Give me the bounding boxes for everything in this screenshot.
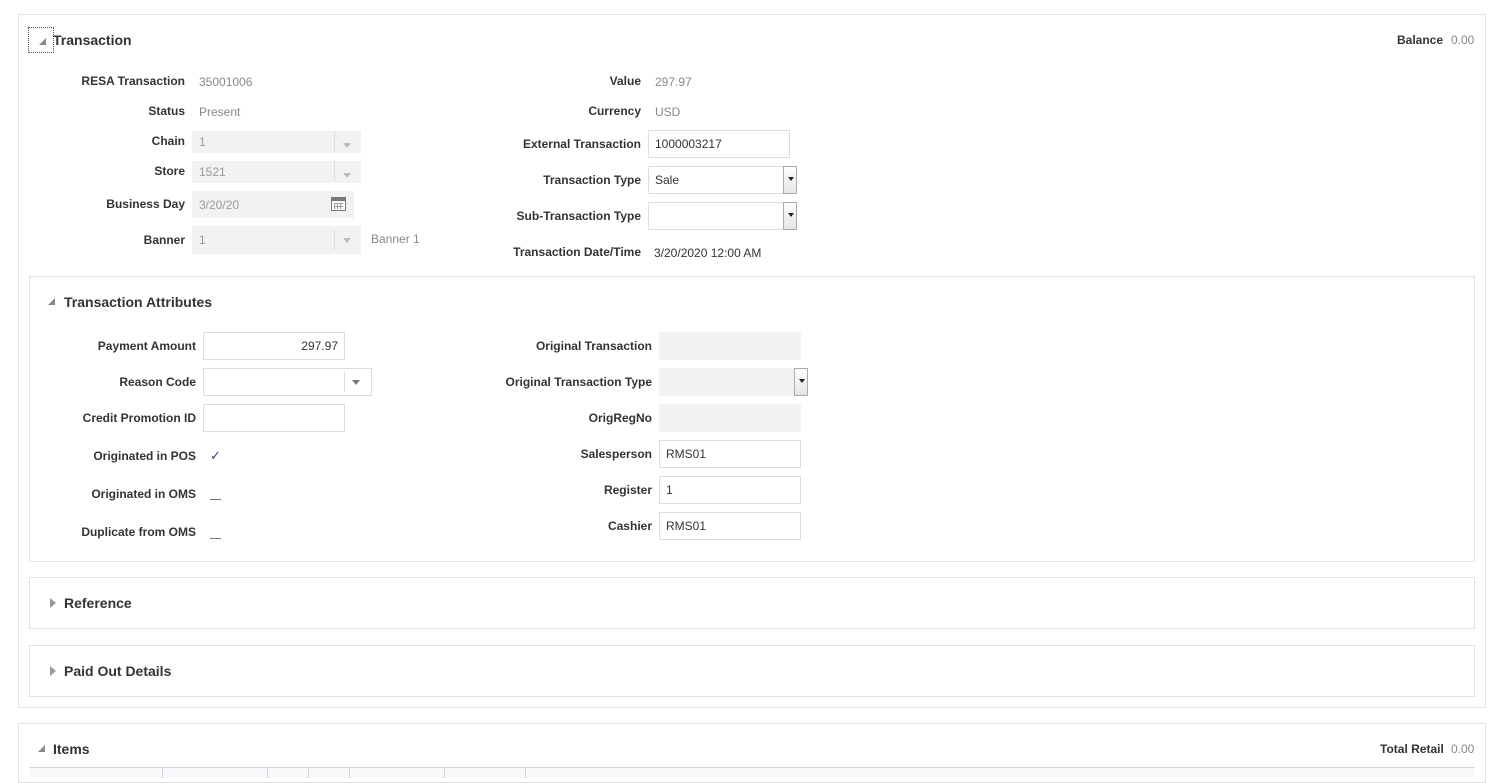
transaction-type-dropdown-button[interactable] [783,166,797,194]
payment-amount-label: Payment Amount [97,339,196,353]
chain-select[interactable]: 1 [192,131,361,153]
register-value: 1 [666,483,673,497]
triangle-right-icon[interactable] [50,666,56,676]
cashier-value: RMS01 [666,519,707,533]
duplicate-from-oms-label: Duplicate from OMS [81,525,196,539]
value-value: 297.97 [655,75,692,89]
balance-value: 0.00 [1451,33,1475,47]
banner-label: Banner [143,233,185,247]
duplicate-from-oms-checkbox[interactable] [210,538,221,539]
sub-transaction-type-label: Sub-Transaction Type [516,209,641,223]
reason-code-separator [344,372,345,392]
reason-code-label: Reason Code [119,375,196,389]
calendar-icon[interactable] [331,197,346,211]
items-table-column-divider [525,768,526,778]
banner-select-separator [334,230,335,250]
chevron-down-icon[interactable] [343,143,351,148]
originated-in-oms-label: Originated in OMS [91,487,196,501]
balance-label: Balance [1397,33,1444,47]
transaction-attributes-title[interactable]: Transaction Attributes [64,294,212,310]
banner-name: Banner 1 [371,232,420,246]
originated-in-pos-checkbox[interactable]: ✓ [210,448,221,464]
total-retail-label: Total Retail [1380,742,1444,756]
chevron-down-icon[interactable] [343,173,351,178]
items-table-column-divider [444,768,445,778]
salesperson-value: RMS01 [666,447,707,461]
register-label: Register [603,483,652,497]
external-transaction-value: 1000003217 [655,137,722,151]
transaction-type-select[interactable]: Sale [648,166,784,194]
originated-in-oms-checkbox[interactable] [210,499,221,500]
transaction-type-label: Transaction Type [543,173,641,187]
items-table-column-divider [267,768,268,778]
status-label: Status [148,104,185,118]
banner-select-value: 1 [199,233,206,247]
salesperson-input[interactable]: RMS01 [659,440,801,468]
salesperson-label: Salesperson [580,447,652,461]
cashier-input[interactable]: RMS01 [659,512,801,540]
triangle-down-icon [39,38,46,45]
original-transaction-label: Original Transaction [535,339,652,353]
transaction-datetime-value: 3/20/2020 12:00 AM [654,246,762,260]
items-table-column-divider [349,768,350,778]
items-table-column-divider [308,768,309,778]
credit-promotion-id-label: Credit Promotion ID [82,411,196,425]
items-table-header [29,767,1475,778]
business-day-input[interactable]: 3/20/20 [192,191,354,218]
triangle-down-icon[interactable] [38,745,45,752]
payment-amount-value: 297.97 [301,339,338,353]
paid-out-details-title[interactable]: Paid Out Details [64,663,171,679]
store-select-value: 1521 [199,165,226,179]
paid-out-details-panel [29,645,1475,697]
triangle-down-icon[interactable] [48,298,55,305]
sub-transaction-type-dropdown-button[interactable] [783,202,797,230]
status-value: Present [199,105,241,119]
register-input[interactable]: 1 [659,476,801,504]
total-retail-value: 0.00 [1451,742,1475,756]
original-transaction-input[interactable] [659,332,801,360]
chevron-down-icon[interactable] [343,238,351,243]
business-day-value: 3/20/20 [199,197,240,212]
currency-value: USD [655,105,681,119]
resa-transaction-value: 35001006 [199,75,253,89]
currency-label: Currency [588,104,641,118]
transaction-disclosure-toggle[interactable] [28,27,54,53]
value-label: Value [609,74,641,88]
chain-label: Chain [151,134,185,148]
reference-title[interactable]: Reference [64,595,132,611]
chain-select-value: 1 [199,135,206,149]
original-transaction-type-dropdown-button[interactable] [794,368,808,396]
items-table-column-divider [162,768,163,778]
external-transaction-label: External Transaction [522,137,641,151]
external-transaction-input[interactable]: 1000003217 [648,130,790,158]
cashier-label: Cashier [607,519,652,533]
reason-code-select[interactable] [203,368,372,396]
payment-amount-input[interactable]: 297.97 [203,332,345,360]
transaction-type-value: Sale [655,173,680,187]
orig-reg-no-input[interactable] [659,404,801,432]
original-transaction-type-select[interactable] [659,368,795,396]
transaction-title: Transaction [53,32,132,48]
originated-in-pos-label: Originated in POS [93,449,196,463]
store-select[interactable]: 1521 [192,161,361,183]
chain-select-separator [334,131,335,151]
transaction-datetime-label: Transaction Date/Time [513,245,641,259]
business-day-label: Business Day [106,197,185,211]
triangle-right-icon[interactable] [50,598,56,608]
original-transaction-type-label: Original Transaction Type [505,375,652,389]
resa-transaction-label: RESA Transaction [81,74,185,88]
reference-panel [29,577,1475,629]
banner-select[interactable]: 1 [192,226,361,254]
store-select-separator [334,161,335,181]
chevron-down-icon[interactable] [352,380,360,385]
credit-promotion-id-input[interactable] [203,404,345,432]
items-title[interactable]: Items [53,741,90,757]
sub-transaction-type-select[interactable] [648,202,784,230]
store-label: Store [154,164,185,178]
orig-reg-no-label: OrigRegNo [588,411,652,425]
